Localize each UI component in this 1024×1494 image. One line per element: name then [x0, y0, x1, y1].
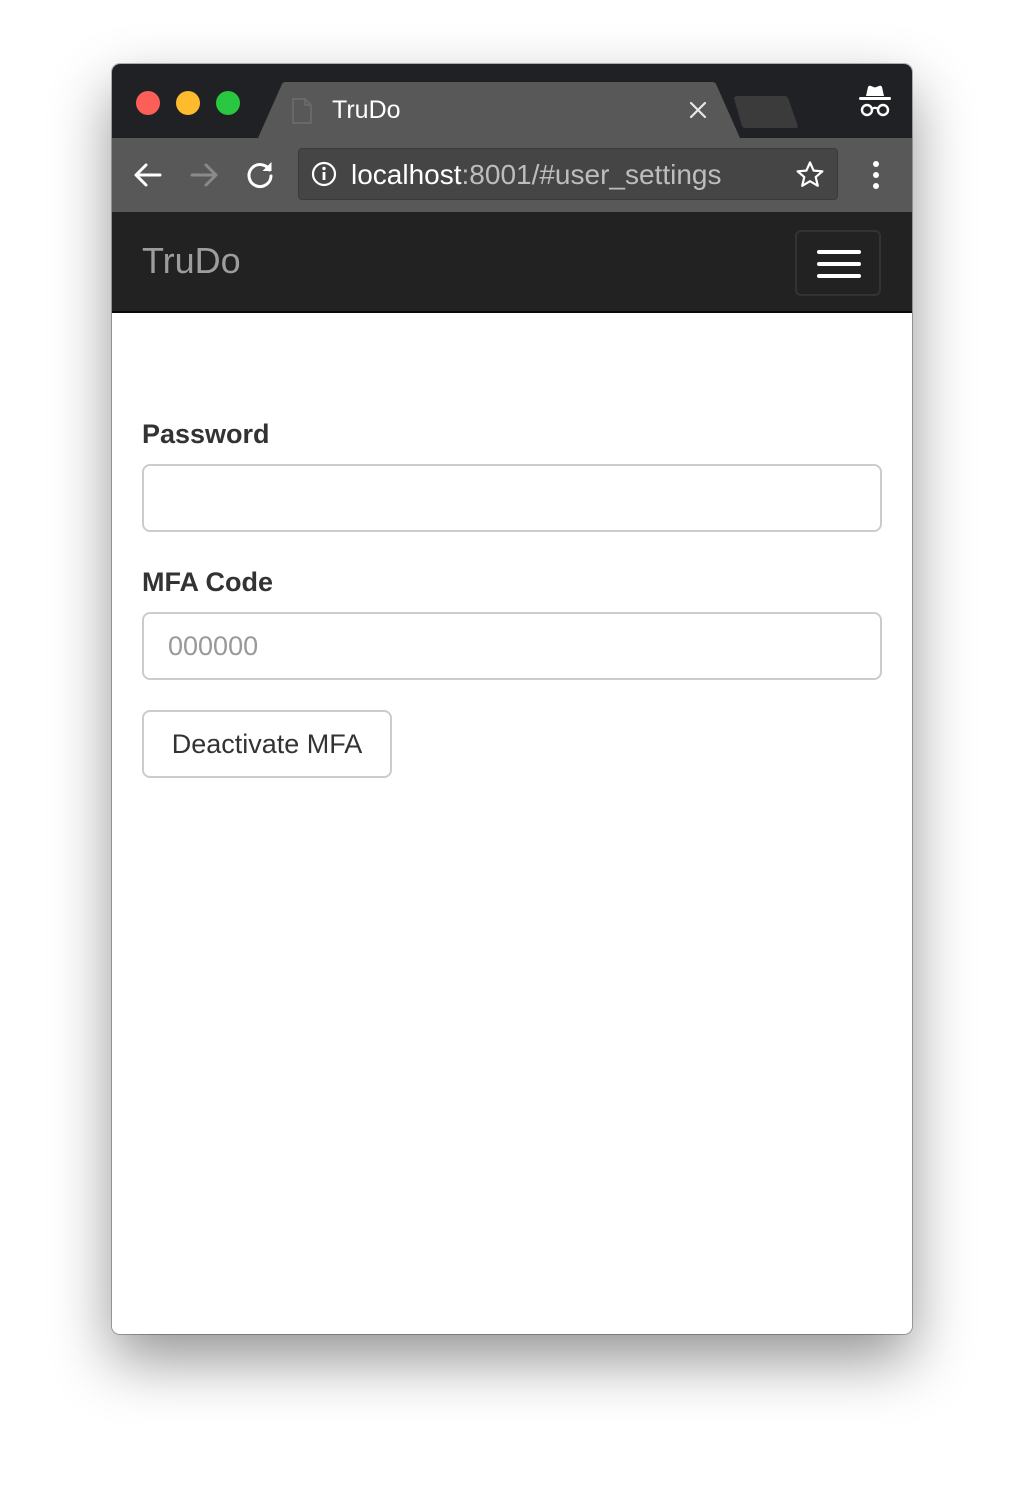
incognito-icon — [859, 85, 891, 117]
browser-toolbar: localhost:8001/#user_settings — [112, 138, 912, 212]
url-path: :8001/#user_settings — [461, 159, 722, 190]
browser-window: TruDo localhost:8001/#user_settings TruD… — [112, 64, 912, 1334]
tab-background — [258, 82, 740, 138]
tab-strip: TruDo — [112, 64, 912, 138]
address-bar[interactable]: localhost:8001/#user_settings — [298, 148, 838, 200]
reload-icon[interactable] — [244, 159, 276, 191]
url-host: localhost — [351, 159, 462, 190]
password-label: Password — [142, 419, 270, 449]
more-menu-icon[interactable] — [862, 159, 890, 191]
hamburger-menu-icon — [817, 262, 861, 266]
password-input[interactable] — [142, 464, 882, 532]
address-url: localhost:8001/#user_settings — [351, 159, 721, 191]
brand-link[interactable]: TruDo — [142, 240, 241, 282]
zoom-window-button[interactable] — [216, 91, 240, 115]
active-tab[interactable]: TruDo — [258, 82, 740, 138]
deactivate-mfa-button[interactable]: Deactivate MFA — [142, 710, 392, 778]
navbar-toggle-button[interactable] — [795, 230, 881, 296]
info-icon[interactable] — [311, 161, 337, 187]
hamburger-menu-icon — [817, 250, 861, 254]
mfa-code-label: MFA Code — [142, 567, 273, 597]
page-favicon-icon — [292, 98, 312, 124]
back-arrow-icon[interactable] — [132, 159, 164, 191]
forward-arrow-icon[interactable] — [188, 159, 220, 191]
star-icon[interactable] — [795, 160, 825, 190]
minimize-window-button[interactable] — [176, 91, 200, 115]
new-tab-button[interactable] — [732, 96, 802, 128]
mfa-code-input[interactable] — [142, 612, 882, 680]
tab-title: TruDo — [332, 96, 401, 124]
close-window-button[interactable] — [136, 91, 160, 115]
app-navbar: TruDo — [112, 212, 912, 313]
close-tab-icon[interactable] — [686, 98, 710, 122]
hamburger-menu-icon — [817, 274, 861, 278]
user-settings-content: Password MFA Code Deactivate MFA — [112, 313, 912, 1334]
